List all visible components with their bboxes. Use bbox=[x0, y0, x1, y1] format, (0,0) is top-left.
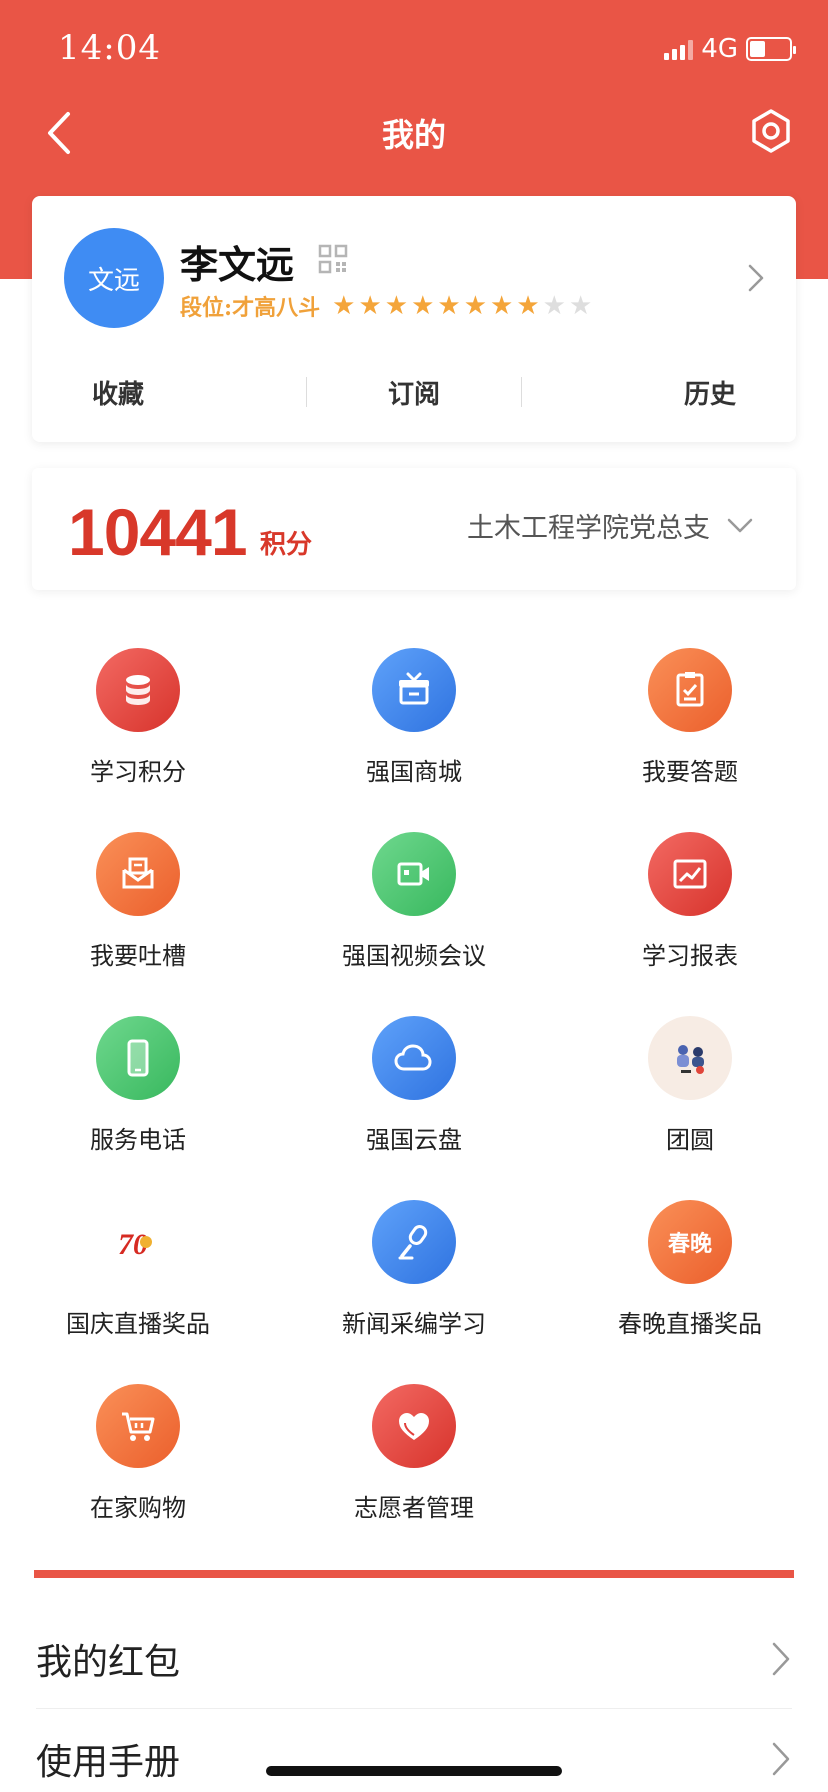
star-filled-icon: ★ bbox=[490, 291, 514, 321]
status-indicators: 4G bbox=[664, 34, 796, 64]
star-filled-icon: ★ bbox=[437, 291, 461, 321]
grid-item[interactable]: 服务电话 bbox=[28, 1016, 248, 1155]
star-filled-icon: ★ bbox=[384, 291, 409, 321]
grid-item[interactable]: 学习报表 bbox=[580, 832, 800, 971]
star-filled-icon: ★ bbox=[516, 291, 540, 321]
list-item-label: 使用手册 bbox=[36, 1742, 181, 1783]
heart-icon bbox=[372, 1384, 456, 1468]
star-filled-icon: ★ bbox=[411, 291, 435, 321]
reunion-illustration-icon bbox=[648, 1016, 732, 1100]
anniversary-70-icon: 70 bbox=[96, 1200, 180, 1284]
video-camera-icon bbox=[372, 832, 456, 916]
section-divider bbox=[34, 1570, 794, 1578]
grid-item-label: 学习报表 bbox=[642, 942, 738, 970]
grid-item-label: 团圆 bbox=[666, 1126, 714, 1154]
tab-subscriptions[interactable]: 订阅 bbox=[307, 374, 521, 411]
grid-item[interactable]: 志愿者管理 bbox=[304, 1384, 524, 1523]
grid-item-label: 我要答题 bbox=[642, 758, 738, 786]
grid-item-label: 学习积分 bbox=[90, 758, 186, 786]
my-page: 14:04 4G 我的 文远 李文远 段位:才高八斗 ★ ★ ★ ★ ★ ★ ★ ★ ★ ★ bbox=[0, 0, 828, 1792]
grid-item[interactable]: 70 国庆直播奖品 bbox=[28, 1200, 248, 1339]
grid-item[interactable]: 在家购物 bbox=[28, 1384, 248, 1523]
tab-favorites[interactable]: 收藏 bbox=[32, 374, 306, 411]
clipboard-check-icon bbox=[648, 648, 732, 732]
cloud-icon bbox=[372, 1016, 456, 1100]
grid-item-label: 志愿者管理 bbox=[354, 1494, 474, 1522]
network-type: 4G bbox=[701, 34, 738, 64]
spring-gala-icon: 春晚 bbox=[648, 1200, 732, 1284]
grid-item-label: 春晚直播奖品 bbox=[618, 1310, 762, 1338]
star-filled-icon: ★ bbox=[358, 291, 382, 321]
grid-item[interactable]: 强国视频会议 bbox=[304, 832, 524, 971]
grid-item[interactable]: 团圆 bbox=[580, 1016, 800, 1155]
avatar[interactable]: 文远 bbox=[64, 228, 164, 328]
row-divider bbox=[36, 1708, 792, 1709]
grid-item[interactable]: 我要吐槽 bbox=[28, 832, 248, 971]
signal-icon bbox=[664, 38, 694, 60]
chart-report-icon bbox=[648, 832, 732, 916]
grid-item[interactable]: 强国云盘 bbox=[304, 1016, 524, 1155]
chevron-right-icon bbox=[772, 1742, 790, 1776]
grid-item-label: 我要吐槽 bbox=[90, 942, 186, 970]
rank-row: 段位:才高八斗 ★ ★ ★ ★ ★ ★ ★ ★ ★ ★ bbox=[180, 290, 592, 322]
qr-code-icon[interactable] bbox=[318, 244, 348, 274]
star-filled-icon: ★ bbox=[332, 291, 356, 321]
list-item-red-packets[interactable]: 我的红包 bbox=[36, 1614, 792, 1704]
branch-name: 土木工程学院党总支 bbox=[467, 513, 710, 544]
page-title: 我的 bbox=[381, 116, 446, 154]
grid-item[interactable]: 强国商城 bbox=[304, 648, 524, 787]
points-unit: 积分 bbox=[260, 530, 313, 560]
branch-selector[interactable]: 土木工程学院党总支 bbox=[467, 506, 754, 545]
phone-icon bbox=[96, 1016, 180, 1100]
list-item-user-manual[interactable]: 使用手册 bbox=[36, 1714, 792, 1792]
grid-item[interactable]: 新闻采编学习 bbox=[304, 1200, 524, 1339]
grid-item-label: 强国云盘 bbox=[366, 1126, 462, 1154]
settings-icon[interactable] bbox=[748, 108, 794, 154]
star-empty-icon: ★ bbox=[568, 291, 593, 321]
grid-item-label: 在家购物 bbox=[90, 1494, 186, 1522]
chevron-down-icon bbox=[727, 518, 753, 532]
grid-item[interactable]: 春晚 春晚直播奖品 bbox=[580, 1200, 800, 1339]
mail-feedback-icon bbox=[96, 832, 180, 916]
chevron-right-icon[interactable] bbox=[746, 262, 766, 294]
star-empty-icon: ★ bbox=[542, 291, 566, 321]
grid-item-label: 强国商城 bbox=[366, 758, 462, 786]
user-name: 李文远 bbox=[180, 242, 295, 287]
grid-item-label: 国庆直播奖品 bbox=[66, 1310, 210, 1338]
profile-card[interactable]: 文远 李文远 段位:才高八斗 ★ ★ ★ ★ ★ ★ ★ ★ ★ ★ 收藏 订阅 历史 bbox=[32, 196, 796, 442]
chevron-right-icon bbox=[772, 1642, 790, 1676]
profile-tabs: 收藏 订阅 历史 bbox=[32, 362, 796, 422]
list-item-label: 我的红包 bbox=[36, 1642, 181, 1683]
points-value[interactable]: 10441 bbox=[68, 494, 248, 570]
rank-label: 段位:才高八斗 bbox=[180, 295, 321, 321]
grid-item-label: 服务电话 bbox=[90, 1126, 186, 1154]
icon-text: 春晚 bbox=[667, 1231, 712, 1257]
grid-item-label: 强国视频会议 bbox=[342, 942, 486, 970]
shopping-cart-icon bbox=[96, 1384, 180, 1468]
points-card: 10441 积分 土木工程学院党总支 bbox=[32, 468, 796, 590]
battery-icon bbox=[746, 37, 796, 61]
gift-box-icon bbox=[372, 648, 456, 732]
star-filled-icon: ★ bbox=[463, 291, 487, 321]
database-icon bbox=[96, 648, 180, 732]
home-indicator[interactable] bbox=[266, 1766, 562, 1776]
microphone-icon bbox=[372, 1200, 456, 1284]
grid-item[interactable]: 学习积分 bbox=[28, 648, 248, 787]
rank-stars: ★ ★ ★ ★ ★ ★ ★ ★ ★ ★ bbox=[332, 293, 592, 319]
grid-item-label: 新闻采编学习 bbox=[342, 1310, 486, 1338]
grid-item[interactable]: 我要答题 bbox=[580, 648, 800, 787]
tab-history[interactable]: 历史 bbox=[522, 374, 796, 411]
status-time: 14:04 bbox=[58, 28, 161, 68]
